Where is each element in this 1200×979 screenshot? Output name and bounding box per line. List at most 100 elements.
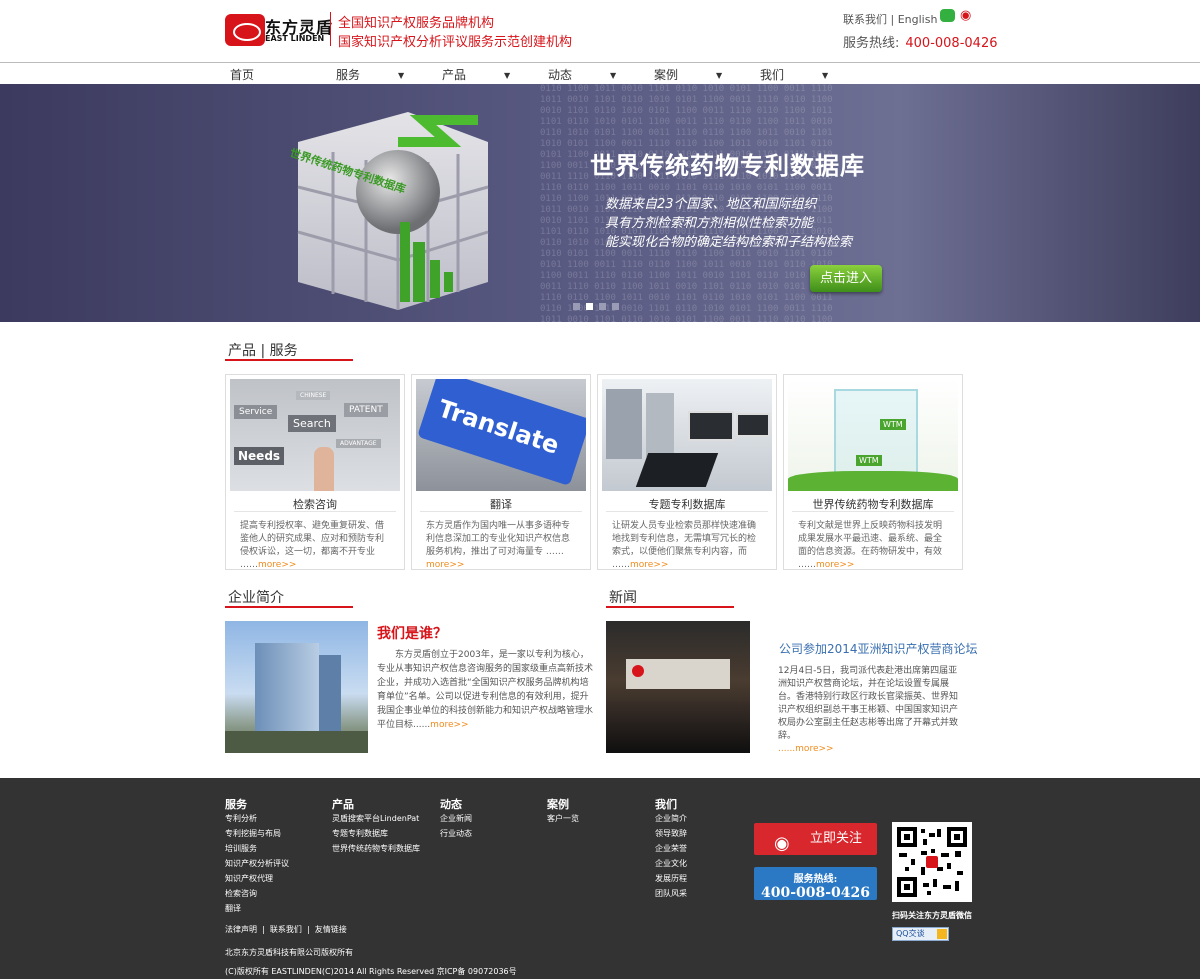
who-are-we-title[interactable]: 我们是谁？ — [377, 623, 447, 643]
banner-line-1: 数据来自23个国家、地区和国际组织 — [605, 197, 817, 212]
nav-item-cases[interactable]: 案例 ▼ — [654, 66, 722, 83]
product-name[interactable]: 专题专利数据库 — [598, 496, 776, 512]
weibo-icon: ◉ — [774, 833, 790, 854]
banner-title: 世界传统药物专利数据库 — [590, 152, 865, 180]
more-link[interactable]: ......more>> — [778, 744, 834, 754]
footer-link[interactable]: 培训服务 — [225, 843, 257, 854]
footer-col-products[interactable]: 产品 — [332, 796, 354, 812]
nav-item-services[interactable]: 服务 ▼ — [336, 66, 404, 83]
intro-heading-underline — [225, 606, 353, 608]
footer-col-about[interactable]: 我们 — [655, 796, 677, 812]
slide-dot-4[interactable] — [612, 303, 619, 310]
product-name[interactable]: 检索咨询 — [226, 496, 404, 512]
slide-dot-1[interactable] — [573, 303, 580, 310]
more-link[interactable]: more>> — [816, 560, 854, 570]
more-link[interactable]: more>> — [426, 560, 464, 570]
news-heading: 新闻 — [609, 590, 637, 606]
more-link[interactable]: more>> — [258, 560, 296, 570]
contact-link[interactable]: 联系我们 — [843, 13, 887, 26]
nav-item-news[interactable]: 动态 ▼ — [548, 66, 616, 83]
wtm-database-image: WTM WTM — [788, 379, 958, 491]
footer-link[interactable]: 企业荣誉 — [655, 843, 687, 854]
hand-graphic — [314, 447, 334, 491]
hotline-number: 400-008-0426 — [905, 36, 998, 51]
forum-photo — [606, 621, 750, 753]
translation-image: Translate — [416, 379, 586, 491]
product-desc: 专利文献是世界上反映药物科技发明成果发展水平最迅速、最系统、最全面的信息资源。在… — [798, 521, 943, 570]
weibo-icon[interactable]: ◉ — [960, 9, 975, 22]
product-card-topic-db[interactable]: 专题专利数据库 让研发人员专业检索员那样快速准确地找到专利信息，无需填写冗长的检… — [597, 374, 777, 570]
footer — [0, 778, 1200, 979]
footer-link[interactable]: 检索咨询 — [225, 888, 257, 899]
search-consulting-image: Service Search PATENT CHINESE ADVANTAGE … — [230, 379, 400, 491]
more-link[interactable]: more>> — [430, 720, 468, 730]
company-copyright: 北京东方灵盾科技有限公司版权所有 — [225, 948, 353, 957]
footer-link[interactable]: 企业文化 — [655, 858, 687, 869]
intro-heading: 企业简介 — [228, 590, 284, 606]
footer-link[interactable]: 专利分析 — [225, 813, 257, 824]
footer-link[interactable]: 灵盾搜索平台LindenPat — [332, 813, 419, 824]
contact-footer-link[interactable]: 联系我们 — [270, 925, 302, 934]
intro-text: 东方灵盾创立于2003年，是一家以专利为核心，专业从事知识产权信息咨询服务的国家… — [377, 650, 594, 730]
chevron-down-icon: ▼ — [822, 71, 829, 80]
footer-col-cases[interactable]: 案例 — [547, 796, 569, 812]
footer-link[interactable]: 知识产权分析评议 — [225, 858, 289, 869]
hero-banner[interactable]: 0110 1100 1011 0010 1101 0110 1010 0101 … — [0, 84, 1200, 322]
footer-link[interactable]: 发展历程 — [655, 873, 687, 884]
product-card-search[interactable]: Service Search PATENT CHINESE ADVANTAGE … — [225, 374, 405, 570]
footer-link[interactable]: 翻译 — [225, 903, 241, 914]
footer-link[interactable]: 企业简介 — [655, 813, 687, 824]
product-name[interactable]: 世界传统药物专利数据库 — [784, 496, 962, 512]
footer-col-news[interactable]: 动态 — [440, 796, 462, 812]
chevron-down-icon: ▼ — [504, 71, 511, 80]
product-card-translate[interactable]: Translate 翻译 东方灵盾作为国内唯一从事多语种专利信息深加工的专业化知… — [411, 374, 591, 570]
enter-button[interactable]: 点击进入 — [810, 265, 882, 292]
cube-graphic: 世界传统药物专利数据库 — [288, 112, 489, 310]
nav-item-about[interactable]: 我们 ▼ — [760, 66, 828, 83]
service-hotline-box[interactable]: 服务热线: 400-008-0426 — [754, 867, 877, 901]
hotline-label: 服务热线: — [843, 36, 900, 51]
logo-icon[interactable] — [225, 14, 265, 46]
logo-divider — [330, 12, 331, 46]
footer-link[interactable]: 世界传统药物专利数据库 — [332, 843, 420, 854]
footer-link[interactable]: 专题专利数据库 — [332, 828, 388, 839]
office-building-image — [225, 621, 368, 753]
legal-link[interactable]: 法律声明 — [225, 925, 257, 934]
banner-line-3: 能实现化合物的确定结构检索和子结构检索 — [605, 235, 853, 250]
product-desc: 东方灵盾作为国内唯一从事多语种专利信息深加工的专业化知识产权信息服务机构，推出了… — [426, 521, 571, 570]
footer-link[interactable]: 企业新闻 — [440, 813, 472, 824]
footer-link[interactable]: 专利挖掘与布局 — [225, 828, 281, 839]
slide-dot-3[interactable] — [599, 303, 606, 310]
footer-link[interactable]: 行业动态 — [440, 828, 472, 839]
more-link[interactable]: more>> — [630, 560, 668, 570]
product-desc: 让研发人员专业检索员那样快速准确地找到专利信息，无需填写冗长的检索式，以便他们聚… — [612, 521, 757, 570]
slide-dot-2[interactable] — [586, 303, 593, 310]
top-links: 联系我们 | English — [843, 13, 938, 26]
english-link[interactable]: English — [898, 13, 938, 26]
wechat-icon[interactable] — [940, 9, 955, 22]
footer-link[interactable]: 团队风采 — [655, 888, 687, 899]
news-text: 12月4日-5日，我司派代表赴港出席第四届亚洲知识产权营商论坛，并在论坛设置专属… — [778, 666, 959, 754]
footer-link[interactable]: 客户一览 — [547, 813, 579, 824]
nav-item-home[interactable]: 首页 — [230, 66, 254, 83]
footer-col-services[interactable]: 服务 — [225, 796, 247, 812]
footer-link[interactable]: 领导致辞 — [655, 828, 687, 839]
service-label: 服务热线: — [793, 874, 838, 885]
nav-item-products[interactable]: 产品 ▼ — [442, 66, 510, 83]
copyright-text: (C)版权所有 EASTLINDEN(C)2014 All Rights Res… — [225, 967, 517, 976]
product-card-wtm-db[interactable]: WTM WTM 世界传统药物专利数据库 专利文献是世界上反映药物科技发明成果发展… — [783, 374, 963, 570]
friend-links[interactable]: 友情链接 — [315, 925, 347, 934]
news-title-link[interactable]: 公司参加2014亚洲知识产权营商论坛 — [779, 640, 978, 657]
qr-code — [892, 822, 972, 902]
service-number: 400-008-0426 — [760, 885, 871, 901]
main-nav: 首页 服务 ▼ 产品 ▼ 动态 ▼ 案例 ▼ 我们 ▼ — [0, 62, 1200, 84]
slogan-line-1: 全国知识产权服务品牌机构 — [338, 16, 495, 31]
product-desc: 提高专利授权率、避免重复研发、借鉴他人的研究成果、应对和预防专利侵权诉讼，这一切… — [240, 521, 385, 570]
product-name[interactable]: 翻译 — [412, 496, 590, 512]
qq-chat-button[interactable]: QQ交谈 — [892, 927, 949, 941]
products-heading: 产品 | 服务 — [228, 343, 298, 359]
weibo-follow-button[interactable]: ◉ 立即关注 — [754, 823, 877, 855]
footer-link[interactable]: 知识产权代理 — [225, 873, 273, 884]
banner-line-2: 具有方剂检索和方剂相似性检索功能 — [605, 216, 814, 231]
chevron-down-icon: ▼ — [398, 71, 405, 80]
